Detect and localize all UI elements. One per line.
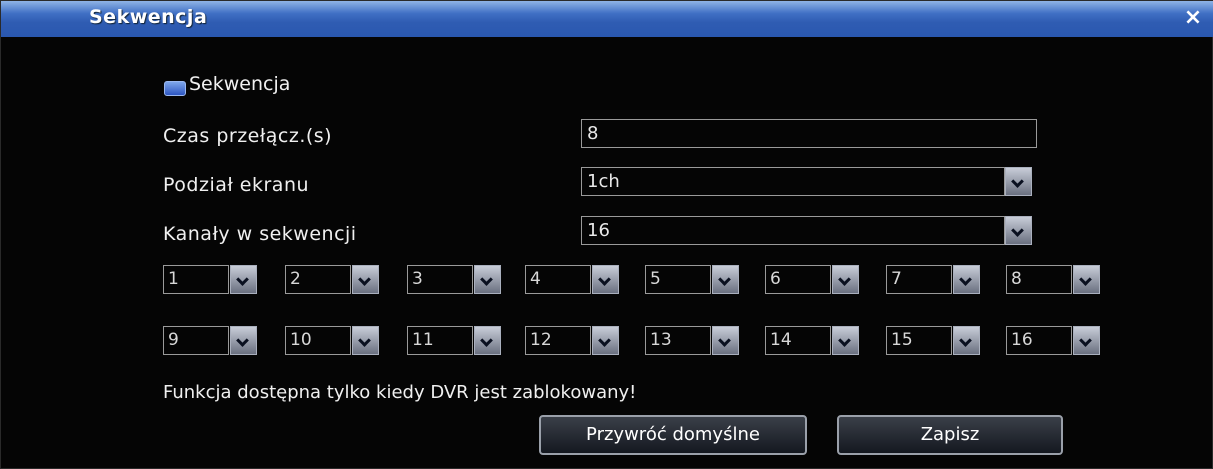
channel-slot-16[interactable]: 16 <box>1006 326 1072 355</box>
chevron-down-icon[interactable] <box>474 326 501 355</box>
sequence-dialog: Sekwencja × Sekwencja Czas przełącz.(s) … <box>0 0 1213 469</box>
chevron-down-icon[interactable] <box>592 265 619 294</box>
chevron-down-icon[interactable] <box>832 265 859 294</box>
sequence-channels-select[interactable]: 16 <box>581 216 1005 245</box>
chevron-down-icon[interactable] <box>832 326 859 355</box>
chevron-down-icon[interactable] <box>953 326 980 355</box>
channel-slot-15[interactable]: 15 <box>886 326 952 355</box>
save-button[interactable]: Zapisz <box>837 415 1063 455</box>
channel-slot-2[interactable]: 2 <box>285 265 351 294</box>
sequence-checkbox[interactable] <box>164 81 186 96</box>
chevron-down-icon[interactable] <box>712 326 739 355</box>
chevron-down-icon[interactable] <box>953 265 980 294</box>
channel-slot-11[interactable]: 11 <box>407 326 473 355</box>
channel-slot-7[interactable]: 7 <box>886 265 952 294</box>
sequence-checkbox-label: Sekwencja <box>189 73 291 95</box>
chevron-down-icon[interactable] <box>352 265 379 294</box>
channel-slot-6[interactable]: 6 <box>765 265 831 294</box>
chevron-down-icon[interactable] <box>592 326 619 355</box>
chevron-down-icon[interactable] <box>1073 326 1100 355</box>
close-icon[interactable]: × <box>1182 7 1204 29</box>
switch-time-input[interactable]: 8 <box>581 119 1037 148</box>
channel-slot-1[interactable]: 1 <box>163 265 229 294</box>
lock-notice: Funkcja dostępna tylko kiedy DVR jest za… <box>163 382 637 403</box>
screen-split-select[interactable]: 1ch <box>581 167 1005 196</box>
chevron-down-icon[interactable] <box>1073 265 1100 294</box>
chevron-down-icon[interactable] <box>1005 167 1032 196</box>
chevron-down-icon[interactable] <box>1005 216 1032 245</box>
channel-slot-4[interactable]: 4 <box>525 265 591 294</box>
switch-time-label: Czas przełącz.(s) <box>163 125 333 147</box>
channel-slot-3[interactable]: 3 <box>407 265 473 294</box>
chevron-down-icon[interactable] <box>230 265 257 294</box>
channel-slot-14[interactable]: 14 <box>765 326 831 355</box>
sequence-channels-label: Kanały w sekwencji <box>163 223 357 245</box>
channel-slot-5[interactable]: 5 <box>645 265 711 294</box>
channel-slot-12[interactable]: 12 <box>525 326 591 355</box>
chevron-down-icon[interactable] <box>712 265 739 294</box>
channel-slot-8[interactable]: 8 <box>1006 265 1072 294</box>
restore-defaults-button[interactable]: Przywróć domyślne <box>539 415 807 455</box>
channel-slot-13[interactable]: 13 <box>645 326 711 355</box>
dialog-title: Sekwencja <box>89 6 208 28</box>
channel-slot-10[interactable]: 10 <box>285 326 351 355</box>
chevron-down-icon[interactable] <box>352 326 379 355</box>
chevron-down-icon[interactable] <box>474 265 501 294</box>
screen-split-label: Podział ekranu <box>163 174 310 196</box>
chevron-down-icon[interactable] <box>230 326 257 355</box>
channel-slot-9[interactable]: 9 <box>163 326 229 355</box>
title-bar: Sekwencja × <box>1 1 1213 37</box>
